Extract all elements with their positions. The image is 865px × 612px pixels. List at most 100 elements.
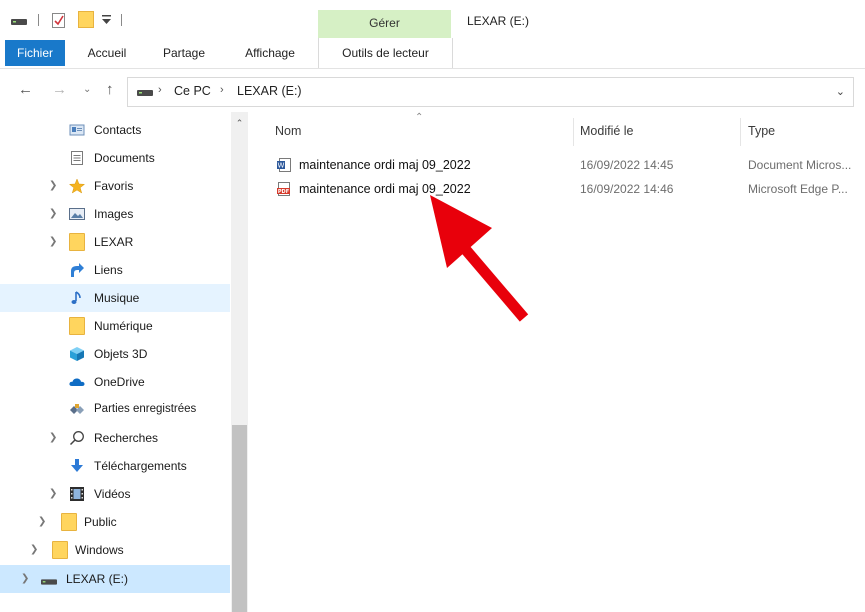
tab-affichage[interactable]: Affichage	[236, 38, 304, 68]
manage-label: Gérer	[369, 16, 400, 30]
breadcrumb-chevron-icon: ›	[220, 84, 224, 96]
nav-item-numerique[interactable]: Numérique	[0, 312, 230, 340]
drive-icon	[11, 19, 27, 25]
expand-chevron-icon[interactable]: ❯	[49, 236, 57, 247]
nav-item-label: Images	[94, 207, 134, 221]
expand-chevron-icon[interactable]: ❯	[49, 208, 57, 219]
file-modified: 16/09/2022 14:46	[580, 182, 674, 196]
drive-icon	[137, 90, 153, 96]
svg-text:PDF: PDF	[278, 189, 289, 195]
nav-item-documents[interactable]: Documents	[0, 144, 230, 172]
new-folder-icon[interactable]	[78, 11, 94, 28]
nav-item-label: OneDrive	[94, 375, 145, 389]
address-box[interactable]: › Ce PC › LEXAR (E:) ⌄	[127, 77, 854, 107]
nav-item-windows[interactable]: ❯ Windows	[0, 536, 230, 564]
nav-item-videos[interactable]: ❯ Vidéos	[0, 480, 230, 508]
documents-icon	[71, 151, 83, 165]
file-modified: 16/09/2022 14:45	[580, 158, 674, 172]
nav-item-lexar[interactable]: ❯ LEXAR	[0, 228, 230, 256]
back-arrow-icon[interactable]: ←	[18, 81, 33, 98]
separator	[121, 14, 122, 26]
film-icon	[70, 487, 84, 501]
nav-item-label: Documents	[94, 151, 155, 165]
images-icon	[69, 208, 85, 220]
folder-icon	[52, 541, 68, 559]
file-type: Document Micros...	[748, 158, 852, 172]
nav-item-favoris[interactable]: ❯ Favoris	[0, 172, 230, 200]
nav-item-parties-enregistrees[interactable]: Parties enregistrées	[0, 396, 230, 424]
customize-quick-access-icon[interactable]	[102, 15, 111, 25]
expand-chevron-icon[interactable]: ❯	[30, 544, 38, 555]
nav-item-label: Contacts	[94, 123, 142, 137]
search-icon	[69, 431, 84, 446]
file-type: Microsoft Edge P...	[748, 182, 848, 196]
folder-icon	[69, 317, 85, 335]
nav-item-public[interactable]: ❯ Public	[0, 508, 230, 536]
nav-item-label: Windows	[75, 543, 124, 557]
nav-item-onedrive[interactable]: OneDrive	[0, 368, 230, 396]
expand-chevron-icon[interactable]: ❯	[49, 180, 57, 191]
navigation-pane: Contacts Documents ❯ Favoris ❯ Images ❯ …	[0, 112, 231, 612]
nav-item-recherches[interactable]: ❯ Recherches	[0, 424, 230, 452]
expand-chevron-icon[interactable]: ❯	[49, 488, 57, 499]
up-arrow-icon[interactable]: ↑	[106, 81, 114, 98]
nav-item-label: Numérique	[94, 319, 153, 333]
file-row[interactable]: W maintenance ordi maj 09_2022 16/09/202…	[270, 153, 865, 177]
nav-item-objets-3d[interactable]: Objets 3D	[0, 340, 230, 368]
nav-item-musique[interactable]: Musique	[0, 284, 230, 312]
forward-arrow-icon[interactable]: →	[52, 81, 67, 98]
nav-item-telechargements[interactable]: Téléchargements	[0, 452, 230, 480]
sort-ascending-caret-icon: ⌃	[415, 112, 424, 123]
red-arrow-annotation	[430, 195, 529, 322]
saved-games-icon	[70, 404, 84, 414]
properties-icon[interactable]	[52, 13, 66, 28]
column-header-type[interactable]: Type	[748, 124, 775, 138]
download-arrow-icon	[71, 459, 83, 472]
nav-item-label: Recherches	[94, 431, 159, 445]
breadcrumb-lexar[interactable]: LEXAR (E:)	[237, 84, 302, 98]
file-row[interactable]: PDF maintenance ordi maj 09_2022 16/09/2…	[270, 177, 865, 201]
navigation-bar: ← → ⌄ ↑ › Ce PC › LEXAR (E:) ⌄	[0, 69, 865, 111]
nav-item-label: Liens	[94, 263, 123, 277]
expand-chevron-icon[interactable]: ❯	[21, 573, 29, 584]
music-note-icon	[71, 291, 81, 304]
nav-item-lexar-drive[interactable]: ❯ LEXAR (E:)	[0, 565, 230, 593]
column-header-modified[interactable]: Modifié le	[580, 124, 634, 138]
nav-scrollbar-thumb[interactable]	[232, 425, 247, 612]
address-dropdown-icon[interactable]: ⌄	[836, 85, 845, 98]
nav-item-label: Téléchargements	[94, 459, 187, 473]
nav-item-label: Vidéos	[94, 487, 131, 501]
cube-3d-icon	[70, 347, 84, 361]
breadcrumb-ce-pc[interactable]: Ce PC	[174, 84, 211, 98]
folder-icon	[61, 513, 77, 531]
window-title: LEXAR (E:)	[467, 14, 530, 28]
nav-item-label: Public	[84, 515, 117, 529]
nav-item-label: Musique	[94, 291, 140, 305]
file-name: maintenance ordi maj 09_2022	[299, 158, 471, 172]
cloud-icon	[69, 378, 85, 386]
nav-item-contacts[interactable]: Contacts	[0, 116, 230, 144]
column-divider[interactable]	[573, 118, 574, 146]
drive-icon	[41, 579, 57, 585]
scroll-up-arrow-icon[interactable]: ⌃	[231, 118, 248, 129]
pdf-icon: PDF	[277, 182, 290, 196]
tab-outils-de-lecteur[interactable]: Outils de lecteur	[318, 38, 453, 68]
nav-item-images[interactable]: ❯ Images	[0, 200, 230, 228]
expand-chevron-icon[interactable]: ❯	[49, 432, 57, 443]
column-divider[interactable]	[740, 118, 741, 146]
nav-item-label: Parties enregistrées	[94, 403, 197, 415]
tab-partage[interactable]: Partage	[153, 38, 215, 68]
nav-item-label: Objets 3D	[94, 347, 148, 361]
expand-chevron-icon[interactable]: ❯	[38, 516, 46, 527]
tab-accueil[interactable]: Accueil	[76, 38, 138, 68]
tab-fichier[interactable]: Fichier	[5, 40, 65, 66]
nav-item-label: LEXAR (E:)	[66, 572, 129, 586]
nav-item-label: Favoris	[94, 179, 134, 193]
nav-item-liens[interactable]: Liens	[0, 256, 230, 284]
column-header-name[interactable]: Nom	[275, 124, 301, 138]
recent-locations-chevron-icon[interactable]: ⌄	[83, 84, 91, 95]
word-document-icon: W	[277, 158, 291, 172]
ribbon-tabs: Fichier Accueil Partage Affichage Outils…	[0, 38, 865, 69]
contacts-icon	[69, 124, 85, 136]
separator	[38, 14, 39, 26]
